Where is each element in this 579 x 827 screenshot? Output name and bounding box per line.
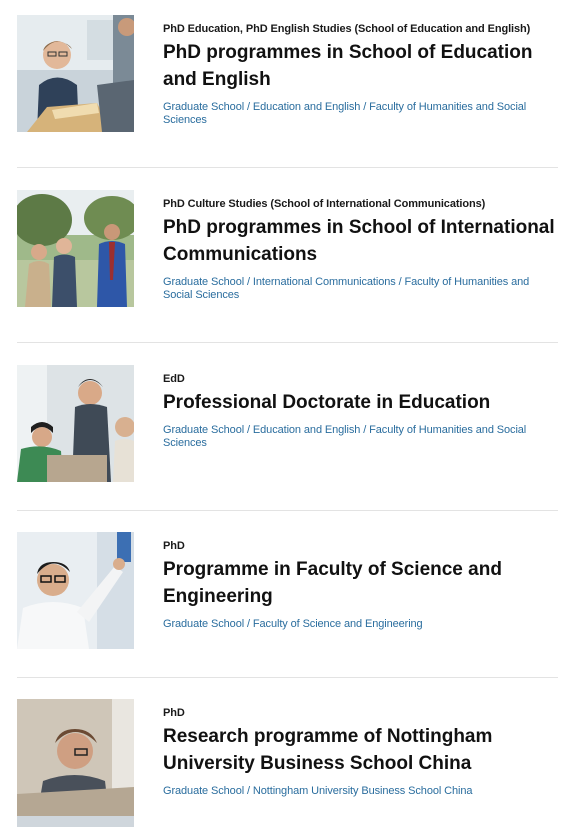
qualification-label: PhD Education, PhD English Studies (Scho… — [163, 23, 531, 35]
programme-thumbnail[interactable] — [17, 190, 134, 307]
programme-title-link[interactable]: PhD programmes in School of Education an… — [163, 39, 558, 93]
breadcrumb-link[interactable]: Graduate School / Education and English … — [163, 101, 526, 126]
programme-breadcrumb: Graduate School / Nottingham University … — [163, 785, 558, 798]
breadcrumb-link[interactable]: Graduate School / Nottingham University … — [163, 785, 473, 797]
programme-thumbnail[interactable] — [17, 699, 134, 827]
programme-breadcrumb: Graduate School / International Communic… — [163, 276, 558, 302]
photo-students-outdoors — [17, 190, 134, 307]
divider — [17, 510, 558, 511]
divider — [17, 677, 558, 678]
programme-list: PhD Education, PhD English Studies (Scho… — [0, 0, 579, 827]
breadcrumb-link[interactable]: Graduate School / Education and English … — [163, 424, 526, 449]
list-item: PhD Programme in Faculty of Science and … — [0, 517, 579, 685]
qualification-label: EdD — [163, 373, 185, 385]
photo-woman-reading-book — [17, 15, 134, 132]
list-item: PhD Culture Studies (School of Internati… — [0, 175, 579, 343]
programme-breadcrumb: Graduate School / Education and English … — [163, 101, 558, 127]
programme-title-link[interactable]: Programme in Faculty of Science and Engi… — [163, 556, 558, 610]
programme-thumbnail[interactable] — [17, 15, 134, 132]
programme-title-link[interactable]: PhD programmes in School of Internationa… — [163, 214, 558, 268]
programme-thumbnail[interactable] — [17, 365, 134, 482]
qualification-label: PhD Culture Studies (School of Internati… — [163, 198, 486, 210]
programme-text: EdD Professional Doctorate in Education … — [163, 372, 558, 450]
programme-title-link[interactable]: Professional Doctorate in Education — [163, 389, 558, 416]
programme-breadcrumb: Graduate School / Education and English … — [163, 424, 558, 450]
qualification-label: PhD — [163, 540, 185, 552]
breadcrumb-link[interactable]: Graduate School / International Communic… — [163, 276, 529, 301]
programme-text: PhD Education, PhD English Studies (Scho… — [163, 22, 558, 127]
programme-breadcrumb: Graduate School / Faculty of Science and… — [163, 618, 558, 631]
divider — [17, 167, 558, 168]
programme-thumbnail[interactable] — [17, 532, 134, 649]
programme-text: PhD Research programme of Nottingham Uni… — [163, 706, 558, 798]
photo-scientist-lab — [17, 532, 134, 649]
breadcrumb-link[interactable]: Graduate School / Faculty of Science and… — [163, 618, 423, 630]
list-item: PhD Research programme of Nottingham Uni… — [0, 684, 579, 827]
programme-text: PhD Programme in Faculty of Science and … — [163, 539, 558, 631]
programme-text: PhD Culture Studies (School of Internati… — [163, 197, 558, 302]
divider — [17, 342, 558, 343]
programme-title-link[interactable]: Research programme of Nottingham Univers… — [163, 723, 558, 777]
list-item: PhD Education, PhD English Studies (Scho… — [0, 0, 579, 168]
photo-classroom-teacher — [17, 365, 134, 482]
list-item: EdD Professional Doctorate in Education … — [0, 350, 579, 518]
qualification-label: PhD — [163, 707, 185, 719]
photo-researcher-desk — [17, 699, 134, 816]
